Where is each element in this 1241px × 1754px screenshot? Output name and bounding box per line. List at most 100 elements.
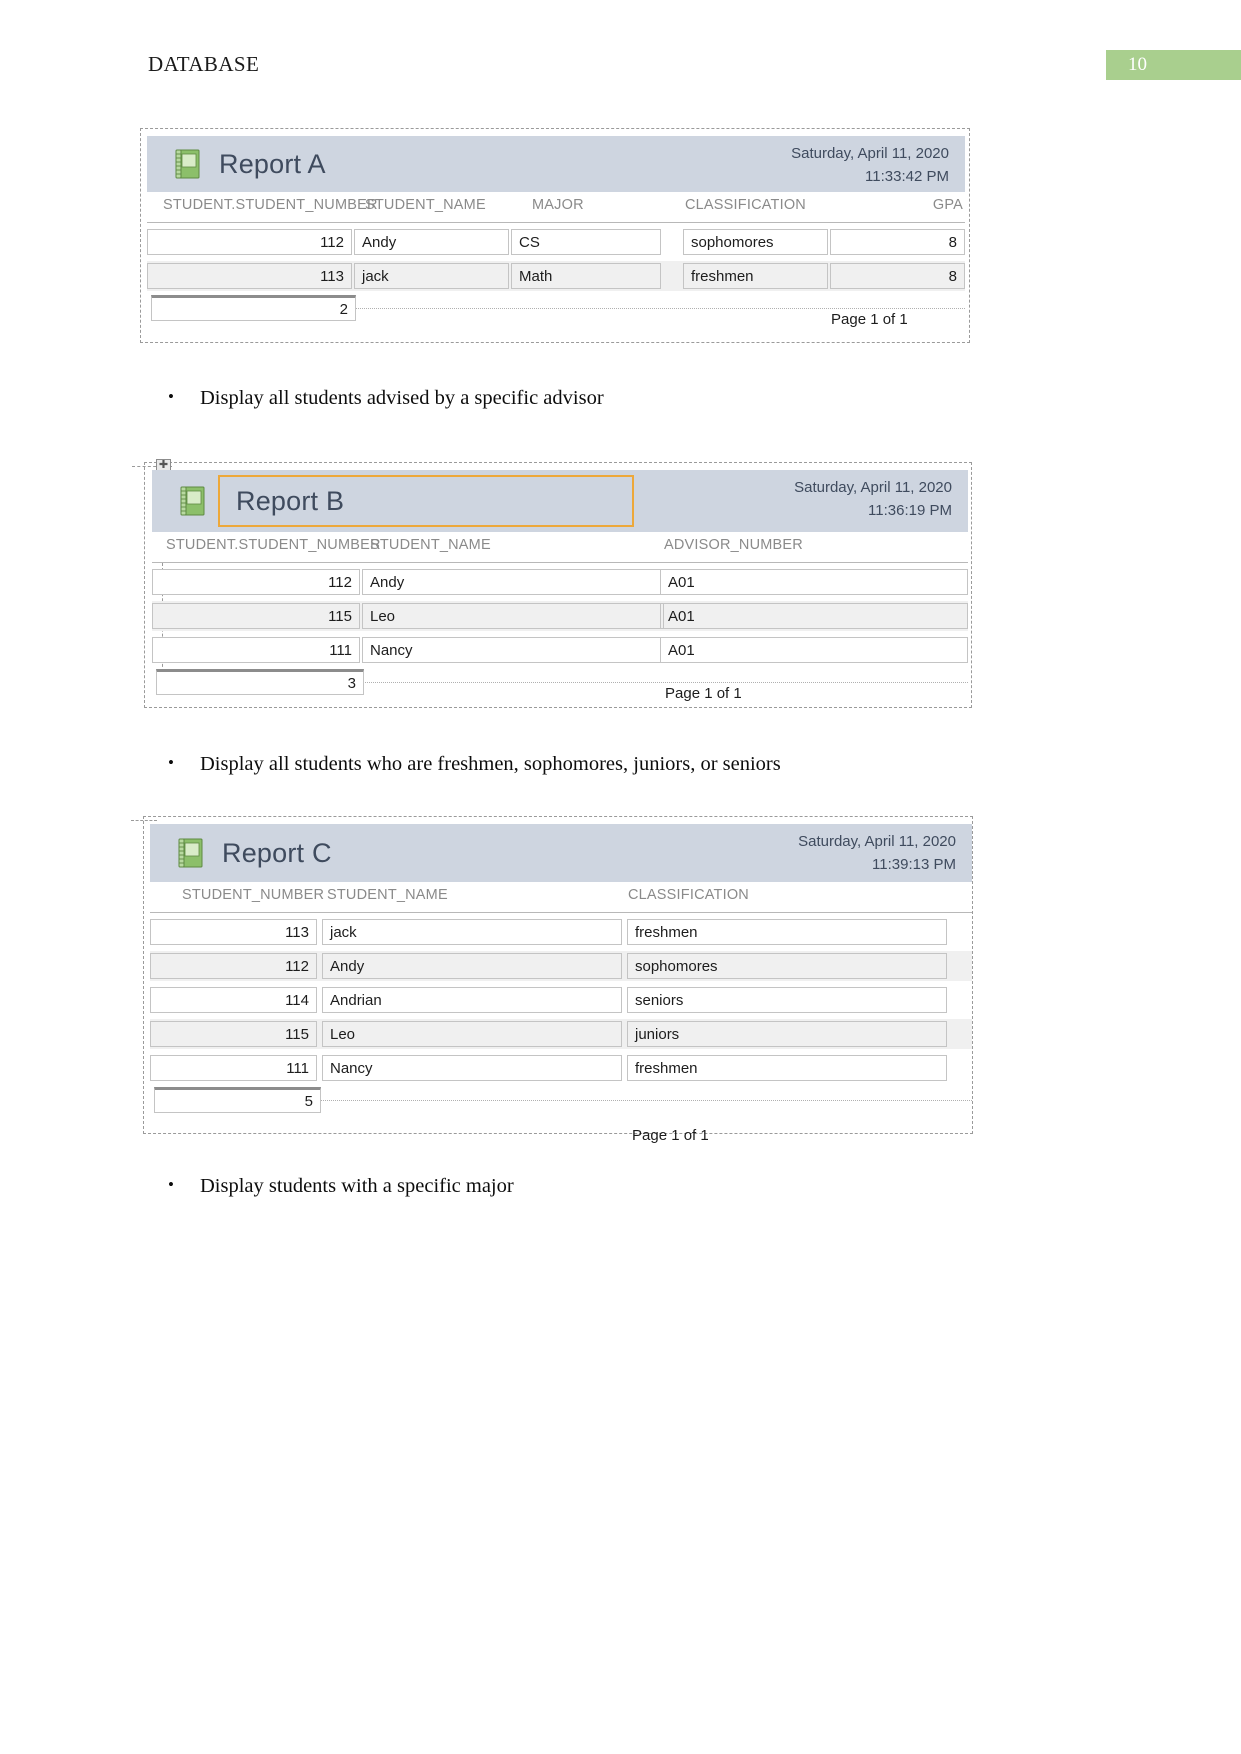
bullet-text: Display all students advised by a specif… (200, 387, 604, 409)
cell-student-number[interactable]: 114 (150, 987, 317, 1013)
column-header-student-name: STUDENT_NAME (365, 197, 486, 213)
report-c-footer: 5 Page 1 of 1 (150, 1083, 972, 1153)
cell-student-number[interactable]: 115 (150, 1021, 317, 1047)
cell-student-name[interactable]: Nancy (362, 637, 664, 663)
bullet-marker: • (168, 1175, 174, 1194)
report-a-date: Saturday, April 11, 2020 (791, 145, 949, 162)
cell-classification[interactable]: freshmen (627, 919, 947, 945)
report-b-title: Report B (236, 485, 345, 516)
report-a-footer: 2 Page 1 of 1 (147, 291, 965, 337)
bullet-marker: • (168, 387, 174, 406)
table-row[interactable]: 112 Andy A01 (152, 567, 968, 597)
footer-divider (360, 682, 968, 683)
table-row[interactable]: 111 Nancy freshmen (150, 1053, 972, 1083)
cell-student-number[interactable]: 112 (150, 953, 317, 979)
report-a-title-box[interactable]: Report A (201, 149, 326, 180)
report-c-column-headers: STUDENT_NUMBER STUDENT_NAME CLASSIFICATI… (150, 882, 972, 913)
table-row[interactable]: 113 jack freshmen (150, 917, 972, 947)
column-header-student-name: STUDENT_NAME (370, 537, 491, 553)
footer-divider (317, 1100, 972, 1101)
cell-classification[interactable]: seniors (627, 987, 947, 1013)
report-a-header: Report A Saturday, April 11, 2020 11:33:… (147, 136, 965, 192)
column-header-student-number: STUDENT_NUMBER (182, 887, 325, 903)
cell-student-name[interactable]: Leo (362, 603, 664, 629)
report-a-column-headers: STUDENT.STUDENT_NUMBER STUDENT_NAME MAJO… (147, 192, 965, 223)
report-a-datetime: Saturday, April 11, 2020 11:33:42 PM (791, 142, 949, 189)
cell-student-number[interactable]: 111 (150, 1055, 317, 1081)
cell-major[interactable]: Math (511, 263, 661, 289)
column-header-student-number: STUDENT.STUDENT_NUMBER (166, 537, 381, 553)
report-a-title: Report A (219, 148, 326, 179)
cell-student-number[interactable]: 115 (152, 603, 360, 629)
report-a-time: 11:33:42 PM (865, 168, 949, 186)
column-header-gpa: GPA (932, 197, 963, 213)
report-c-header: Report C Saturday, April 11, 2020 11:39:… (150, 824, 972, 882)
report-c-datetime: Saturday, April 11, 2020 11:39:13 PM (798, 830, 956, 877)
cell-classification[interactable]: sophomores (627, 953, 947, 979)
table-row[interactable]: 112 Andy sophomores (150, 951, 972, 981)
report-b-column-headers: STUDENT.STUDENT_NUMBER STUDENT_NAME ADVI… (152, 532, 968, 563)
record-count: 3 (156, 669, 364, 695)
report-c-time: 11:39:13 PM (872, 856, 956, 874)
cell-classification[interactable]: sophomores (683, 229, 828, 255)
cell-student-number[interactable]: 111 (152, 637, 360, 663)
bullet-item: • Display students with a specific major (168, 1174, 968, 1200)
report-b-date: Saturday, April 11, 2020 (794, 479, 952, 496)
cell-gpa[interactable]: 8 (830, 229, 965, 255)
cell-advisor-number[interactable]: A01 (660, 603, 968, 629)
cell-advisor-number[interactable]: A01 (660, 569, 968, 595)
cell-student-name[interactable]: jack (354, 263, 509, 289)
table-row[interactable]: 114 Andrian seniors (150, 985, 972, 1015)
cell-student-name[interactable]: Andy (354, 229, 509, 255)
cell-student-number[interactable]: 112 (147, 229, 352, 255)
report-a[interactable]: Report A Saturday, April 11, 2020 11:33:… (147, 136, 965, 336)
cell-student-name[interactable]: jack (322, 919, 622, 945)
bullet-marker: • (168, 753, 174, 772)
cell-student-name[interactable]: Andy (322, 953, 622, 979)
page-number-badge: 10 (1106, 50, 1241, 80)
report-c-date: Saturday, April 11, 2020 (798, 833, 956, 850)
column-header-major: MAJOR (532, 197, 584, 213)
column-header-advisor-number: ADVISOR_NUMBER (664, 537, 803, 553)
table-row[interactable]: 115 Leo juniors (150, 1019, 972, 1049)
report-b-title-box[interactable]: Report B (218, 475, 634, 527)
report-b-footer: 3 Page 1 of 1 (152, 665, 968, 711)
cell-gpa[interactable]: 8 (830, 263, 965, 289)
cell-student-name[interactable]: Leo (322, 1021, 622, 1047)
report-b-datetime: Saturday, April 11, 2020 11:36:19 PM (794, 476, 952, 523)
cell-student-name[interactable]: Andy (362, 569, 664, 595)
record-count: 5 (154, 1087, 321, 1113)
table-row[interactable]: 112 Andy CS sophomores 8 (147, 227, 965, 257)
report-b[interactable]: Report B Saturday, April 11, 2020 11:36:… (152, 470, 968, 702)
report-notebook-icon (180, 486, 206, 516)
cell-student-number[interactable]: 113 (150, 919, 317, 945)
report-c[interactable]: Report C Saturday, April 11, 2020 11:39:… (150, 824, 972, 1144)
cell-classification[interactable]: juniors (627, 1021, 947, 1047)
cell-classification[interactable]: freshmen (627, 1055, 947, 1081)
column-header-student-number: STUDENT.STUDENT_NUMBER (163, 197, 378, 213)
document-header: DATABASE 10 (0, 50, 1241, 86)
table-row[interactable]: 113 jack Math freshmen 8 (147, 261, 965, 291)
cell-classification[interactable]: freshmen (683, 263, 828, 289)
bullet-item: • Display all students who are freshmen,… (168, 752, 1048, 778)
report-c-guide-horizontal (131, 820, 157, 821)
cell-student-number[interactable]: 113 (147, 263, 352, 289)
column-header-student-name: STUDENT_NAME (327, 887, 448, 903)
column-header-classification: CLASSIFICATION (685, 197, 806, 213)
cell-student-name[interactable]: Andrian (322, 987, 622, 1013)
cell-student-number[interactable]: 112 (152, 569, 360, 595)
report-b-time: 11:36:19 PM (868, 502, 952, 520)
page-indicator: Page 1 of 1 (632, 1127, 709, 1144)
page-indicator: Page 1 of 1 (831, 311, 908, 328)
footer-divider (352, 308, 965, 309)
column-header-classification: CLASSIFICATION (628, 887, 749, 903)
cell-student-name[interactable]: Nancy (322, 1055, 622, 1081)
report-b-header: Report B Saturday, April 11, 2020 11:36:… (152, 470, 968, 532)
table-row[interactable]: 111 Nancy A01 (152, 635, 968, 665)
table-row[interactable]: 115 Leo A01 (152, 601, 968, 631)
report-c-title-box[interactable]: Report C (204, 838, 332, 869)
bullet-item: • Display all students advised by a spec… (168, 386, 968, 412)
cell-major[interactable]: CS (511, 229, 661, 255)
report-notebook-icon (175, 149, 201, 179)
cell-advisor-number[interactable]: A01 (660, 637, 968, 663)
